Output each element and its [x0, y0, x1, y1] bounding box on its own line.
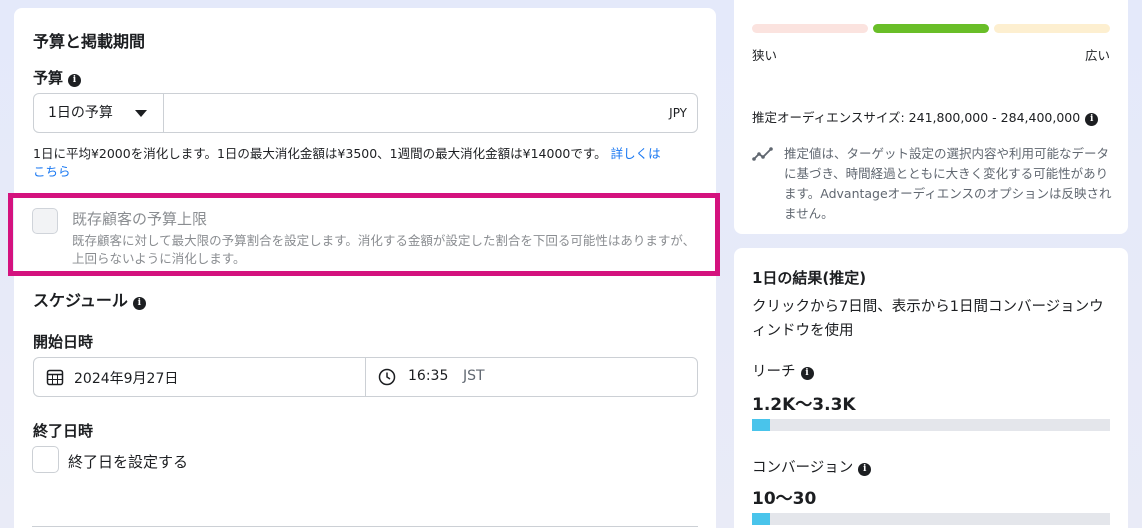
schedule-title: スケジュール i: [33, 287, 146, 311]
info-icon[interactable]: i: [1085, 113, 1099, 126]
budget-label: 予算 i: [33, 67, 82, 88]
learn-more-link-cont[interactable]: こちら: [33, 162, 71, 182]
daily-results-desc: クリックから7日間、表示から1日間コンバージョンウィンドウを使用: [752, 299, 1104, 339]
calendar-icon: [46, 369, 64, 386]
conversion-label: コンバージョン i: [752, 456, 872, 477]
info-icon[interactable]: i: [68, 74, 82, 87]
start-time-field[interactable]: 16:35 JST: [366, 358, 697, 396]
caret-down-icon: [135, 110, 147, 117]
start-datetime-label: 開始日時: [33, 333, 94, 351]
clock-icon: [378, 368, 396, 386]
audience-meter-narrow: [752, 24, 868, 33]
conversion-bar: [752, 513, 1110, 525]
reach-bar-fill: [752, 419, 770, 431]
trend-chart-icon: [752, 147, 773, 161]
budget-section-title: 予算と掲載期間: [33, 32, 146, 51]
end-datetime-label: 終了日時: [33, 422, 94, 440]
start-date-field[interactable]: 2024年9月27日: [34, 358, 365, 396]
budget-amount-input[interactable]: [165, 94, 625, 132]
conversion-bar-fill: [752, 513, 770, 525]
conversion-value: 10〜30: [752, 489, 817, 509]
daily-results-panel: 1日の結果(推定) クリックから7日間、表示から1日間コンバージョンウィンドウを…: [734, 248, 1128, 528]
timezone-label: JST: [463, 368, 485, 384]
budget-input-group: 1日の予算 JPY: [33, 93, 698, 133]
conversion-label-text: コンバージョン: [752, 460, 854, 476]
budget-type-value: 1日の予算: [48, 105, 113, 121]
info-icon[interactable]: i: [132, 297, 146, 310]
info-icon[interactable]: i: [800, 367, 814, 380]
start-date-value: 2024年9月27日: [74, 371, 179, 387]
audience-size: 推定オーディエンスサイズ: 241,800,000 - 284,400,000 i: [752, 107, 1099, 126]
budget-help-line1: 1日に平均¥2000を消化します。1日の最大消化金額は¥3500、1週間の最大消…: [33, 144, 661, 164]
wide-label: 広い: [1084, 48, 1110, 63]
audience-size-text: 推定オーディエンスサイズ: 241,800,000 - 284,400,000: [752, 110, 1081, 125]
audience-meter-middle: [873, 24, 989, 33]
reach-label-text: リーチ: [752, 364, 796, 380]
narrow-label: 狭い: [752, 48, 778, 63]
highlight-annotation: [8, 193, 720, 276]
estimate-note: 推定値は、ターゲット設定の選択内容や利用可能なデータに基づき、時間経過とともに大…: [784, 146, 1112, 221]
daily-results-title: 1日の結果(推定): [752, 269, 867, 287]
budget-label-text: 予算: [33, 69, 64, 87]
reach-value: 1.2K〜3.3K: [752, 395, 856, 415]
audience-meter-wide: [994, 24, 1110, 33]
reach-bar: [752, 419, 1110, 431]
info-icon[interactable]: i: [858, 463, 872, 476]
start-time-value: 16:35: [408, 368, 449, 384]
audience-definition-panel: 狭い 広い 推定オーディエンスサイズ: 241,800,000 - 284,40…: [734, 0, 1128, 234]
reach-label: リーチ i: [752, 360, 814, 381]
divider: [32, 526, 698, 527]
budget-help-text: 1日に平均¥2000を消化します。1日の最大消化金額は¥3500、1週間の最大消…: [33, 146, 607, 161]
learn-more-link[interactable]: 詳しくは: [611, 146, 661, 161]
end-date-checkbox-label[interactable]: 終了日を設定する: [68, 451, 188, 472]
currency-label: JPY: [669, 106, 687, 120]
start-datetime-group: 2024年9月27日 16:35 JST: [33, 357, 698, 397]
schedule-title-text: スケジュール: [33, 291, 128, 310]
end-date-checkbox[interactable]: [32, 446, 59, 473]
budget-type-dropdown[interactable]: 1日の予算: [34, 94, 164, 132]
